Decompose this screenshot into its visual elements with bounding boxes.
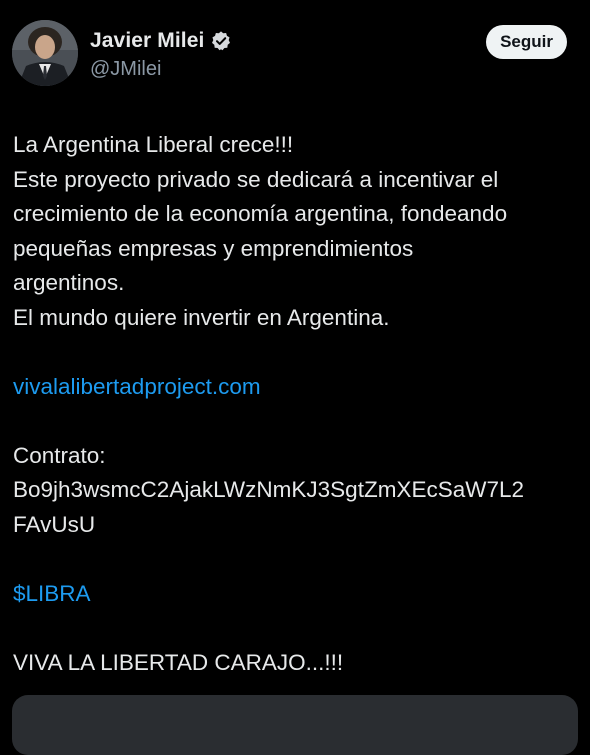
website-link[interactable]: vivalalibertadproject.com xyxy=(13,370,578,405)
author-info: Javier Milei @JMilei xyxy=(90,26,232,81)
tweet-line: La Argentina Liberal crece!!! xyxy=(13,132,294,157)
follow-button[interactable]: Seguir xyxy=(486,25,567,59)
verified-badge-icon xyxy=(210,30,232,52)
tweet-line: argentinos. xyxy=(13,270,125,295)
author-display-name[interactable]: Javier Milei xyxy=(90,29,204,53)
tweet-line: El mundo quiere invertir en Argentina. xyxy=(13,304,390,330)
link-preview-card[interactable] xyxy=(12,695,578,755)
tweet-text: La Argentina Liberal crece!!! Este proye… xyxy=(13,128,578,680)
avatar-image xyxy=(12,20,78,86)
tweet-line: Este proyecto privado se dedicará a ince… xyxy=(13,166,499,192)
contract-address-line: FAvUsU xyxy=(13,511,96,537)
tweet-header: Javier Milei @JMilei Seguir xyxy=(12,18,578,90)
cashtag-link[interactable]: $LIBRA xyxy=(13,577,578,612)
tweet-line: crecimiento de la economía argentina, fo… xyxy=(13,201,508,226)
tweet-line: pequeñas empresas y emprendimientos xyxy=(13,235,414,261)
author-handle[interactable]: @JMilei xyxy=(90,58,232,81)
closing-line: VIVA LA LIBERTAD CARAJO...!!! xyxy=(13,649,344,675)
contract-address-line: Bo9jh3wsmcC2AjakLWzNmKJ3SgtZmXEcSaW7L2 xyxy=(13,477,524,502)
contract-label: Contrato: xyxy=(13,442,106,468)
avatar[interactable] xyxy=(12,20,78,86)
